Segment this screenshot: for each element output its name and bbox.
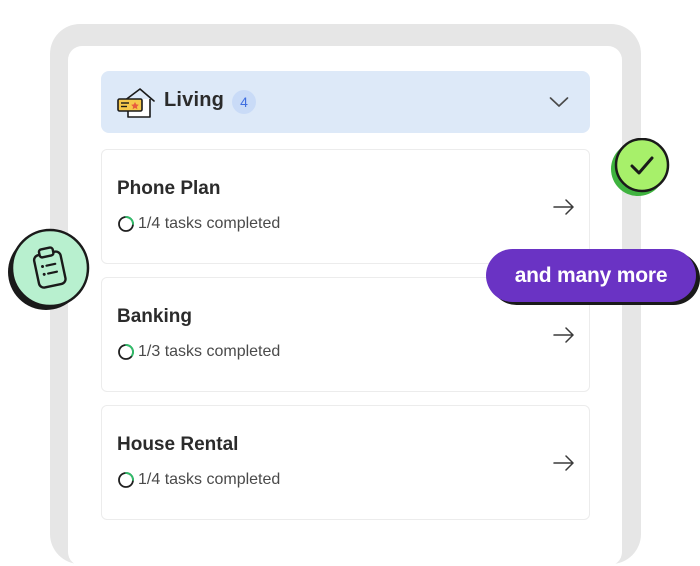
arrow-right-icon[interactable] (553, 455, 575, 471)
task-progress: 1/4 tasks completed (117, 214, 280, 234)
task-title: House Rental (117, 434, 239, 455)
progress-text: 1/4 tasks completed (138, 471, 281, 488)
and-many-more-badge: and many more (486, 249, 700, 305)
progress-text: 1/4 tasks completed (138, 215, 281, 232)
clipboard-icon (8, 228, 90, 310)
progress-text: 1/3 tasks completed (138, 343, 281, 360)
task-progress: 1/4 tasks completed (117, 470, 280, 490)
task-card-house-rental[interactable]: House Rental 1/4 tasks completed (101, 405, 590, 520)
arrow-right-icon[interactable] (553, 199, 575, 215)
chevron-down-icon[interactable] (549, 95, 569, 109)
progress-ring-icon (118, 344, 134, 360)
task-title: Banking (117, 306, 192, 327)
checkmark-icon (611, 138, 670, 196)
task-progress: 1/3 tasks completed (117, 342, 280, 362)
arrow-right-icon[interactable] (553, 327, 575, 343)
task-count-badge: 4 (232, 90, 256, 114)
progress-ring-icon (118, 472, 134, 488)
house-icon (117, 88, 155, 118)
pill-label: and many more (486, 249, 696, 302)
progress-ring-icon (118, 216, 134, 232)
task-title: Phone Plan (117, 178, 221, 199)
task-card-phone-plan[interactable]: Phone Plan 1/4 tasks completed (101, 149, 590, 264)
category-header-living[interactable]: Living 4 (101, 71, 590, 133)
category-title: Living (164, 89, 225, 111)
